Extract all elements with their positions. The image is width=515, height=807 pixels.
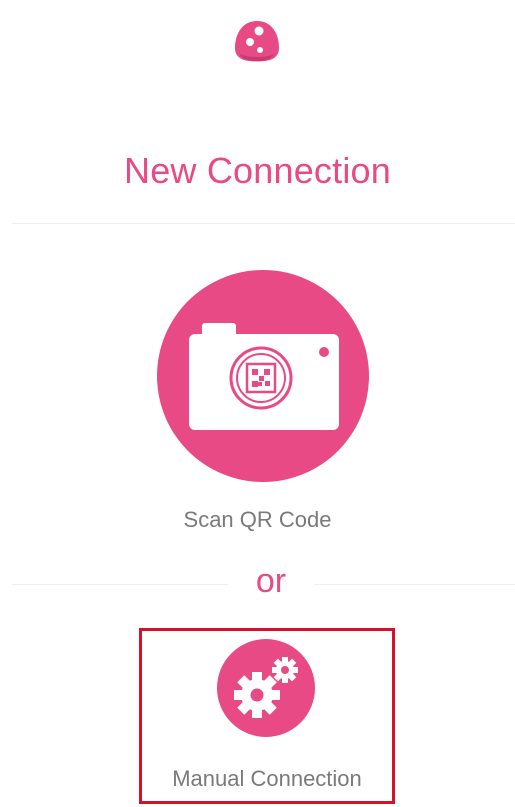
gears-icon	[234, 657, 298, 718]
manual-connection-icon-circle[interactable]	[217, 639, 315, 737]
scan-qr-label[interactable]: Scan QR Code	[0, 507, 515, 533]
scan-qr-button[interactable]	[157, 270, 369, 482]
divider	[12, 223, 515, 224]
or-divider-left	[12, 584, 228, 585]
manual-connection-button[interactable]: Manual Connection	[139, 628, 395, 804]
or-separator-text: or	[255, 562, 287, 600]
camera-qr-icon	[189, 323, 339, 430]
or-divider-right	[314, 584, 515, 585]
manual-connection-label[interactable]: Manual Connection	[142, 766, 392, 792]
page-title: New Connection	[124, 150, 391, 191]
app-logo-icon	[232, 18, 282, 64]
